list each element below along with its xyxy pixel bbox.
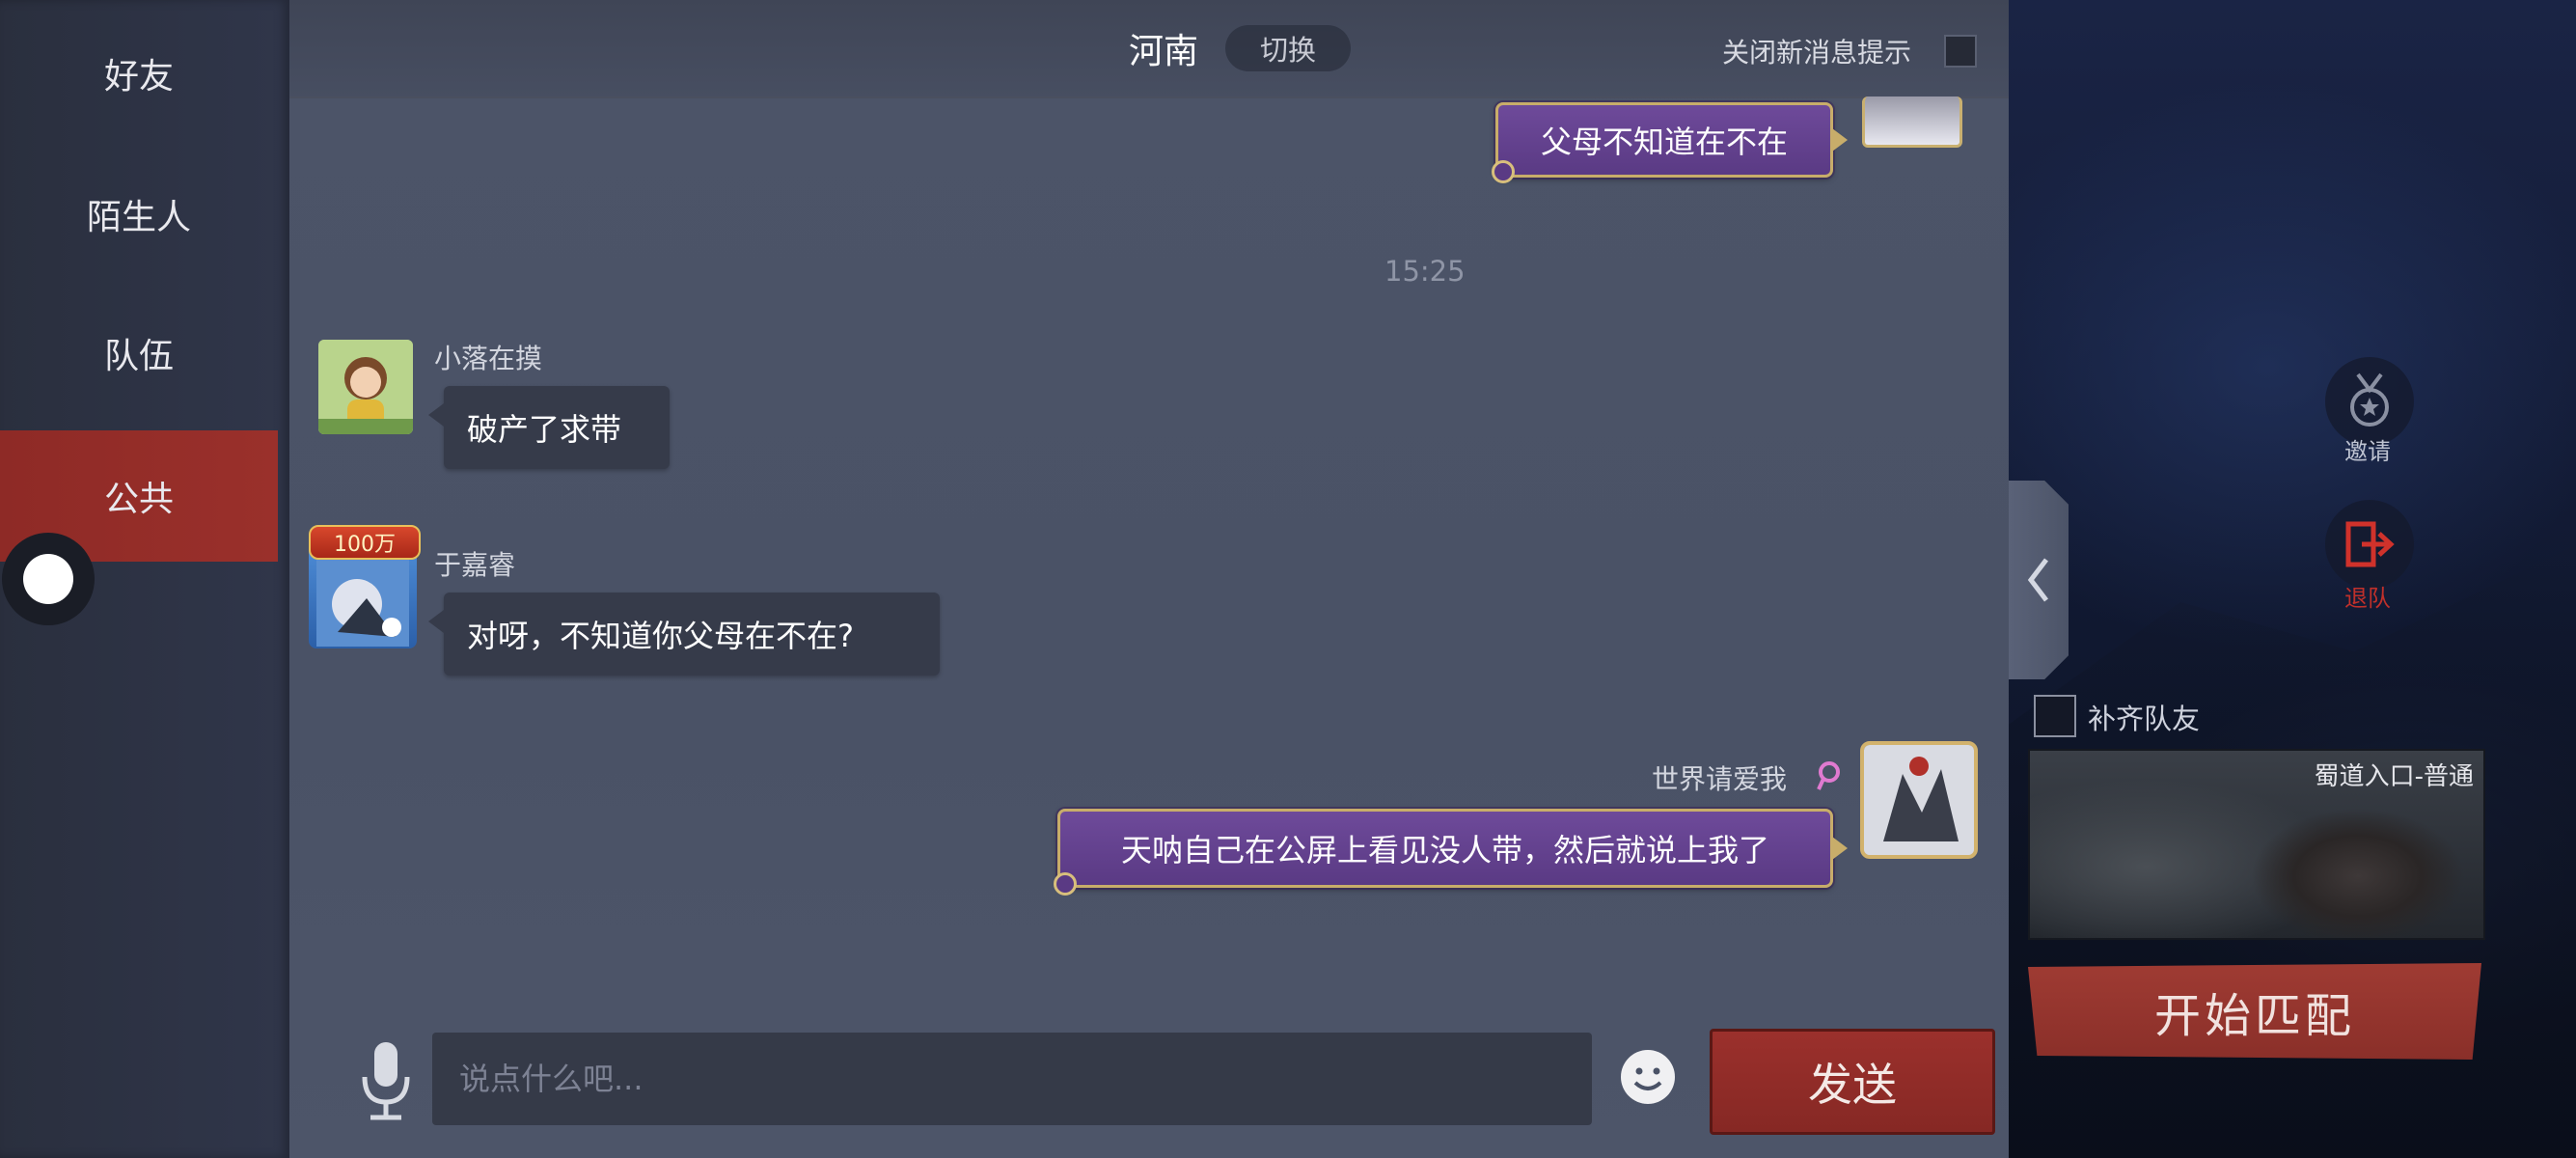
chat-input-bar: 发送	[289, 1013, 2009, 1158]
assist-dot-icon	[23, 554, 73, 604]
send-button[interactable]: 发送	[1710, 1029, 1995, 1135]
tab-strangers[interactable]: 陌生人	[0, 149, 278, 280]
chat-header: 河南 切换 关闭新消息提示	[289, 0, 2009, 98]
tab-public-label: 公共	[103, 480, 174, 519]
tab-team-label: 队伍	[103, 337, 174, 376]
map-name: 蜀道入口-普通	[2314, 762, 2474, 791]
exit-icon	[2345, 521, 2395, 567]
message-text: 天呐自己在公屏上看见没人带，然后就说上我了	[1120, 832, 1769, 868]
sender-name: 世界请爱我	[1652, 763, 1788, 795]
avatar-self[interactable]	[1860, 741, 1978, 859]
mute-notification-label: 关闭新消息提示	[1722, 37, 1912, 69]
message-text: 破产了求带	[467, 411, 622, 448]
invite-label: 邀请	[2344, 438, 2391, 465]
leave-team-label: 退队	[2344, 585, 2391, 612]
channel-title: 河南	[1129, 32, 1199, 71]
search-pin-icon	[1817, 761, 1840, 790]
message-bubble-self: 天呐自己在公屏上看见没人带，然后就说上我了	[1057, 809, 1848, 888]
tab-team[interactable]: 队伍	[0, 288, 278, 419]
chevron-left-icon	[2027, 558, 2048, 602]
message-timestamp: 15:25	[1384, 255, 1466, 288]
tab-strangers-label: 陌生人	[86, 198, 191, 237]
message-input[interactable]	[432, 1033, 1592, 1125]
message-text: 对呀，不知道你父母在不在?	[467, 618, 854, 654]
sender-name: 于嘉睿	[434, 549, 516, 581]
avatar-image	[1864, 745, 1974, 855]
mute-notification-checkbox[interactable]	[1944, 35, 1977, 68]
message-bubble-other: 破产了求带	[428, 386, 670, 469]
avatar-badge: 100万	[309, 525, 421, 560]
medal-icon	[2350, 372, 2389, 427]
floating-assist-button[interactable]	[2, 533, 95, 625]
microphone-icon[interactable]	[357, 1040, 415, 1123]
tab-friends[interactable]: 好友	[0, 8, 278, 139]
avatar-image	[318, 340, 413, 434]
start-match-button[interactable]: 开始匹配	[2028, 963, 2481, 1060]
emoji-icon[interactable]	[1619, 1048, 1677, 1106]
fill-team-checkbox[interactable]	[2034, 695, 2076, 737]
tab-friends-label: 好友	[103, 57, 174, 96]
message-text: 父母不知道在不在	[1540, 124, 1788, 160]
leave-team-button[interactable]	[2325, 500, 2414, 589]
message-bubble-self: 父母不知道在不在	[1495, 102, 1848, 178]
fill-team-label: 补齐队友	[2088, 703, 2201, 735]
avatar-xiaoluo[interactable]	[318, 340, 413, 434]
avatar-self[interactable]	[1862, 96, 1962, 148]
bubble-ornament	[1054, 872, 1077, 896]
switch-channel-button[interactable]: 切换	[1225, 25, 1351, 71]
collapse-chat-tab[interactable]	[2009, 481, 2069, 679]
sender-name: 小落在摸	[434, 343, 543, 374]
map-selection-card[interactable]: 蜀道入口-普通	[2028, 749, 2485, 940]
bubble-ornament	[1492, 160, 1515, 183]
chat-panel: 河南 切换 关闭新消息提示 父母不知道在不在 15:25 小落在摸 破产了求带 …	[289, 0, 2009, 1158]
message-bubble-other: 对呀，不知道你父母在不在?	[428, 593, 940, 676]
